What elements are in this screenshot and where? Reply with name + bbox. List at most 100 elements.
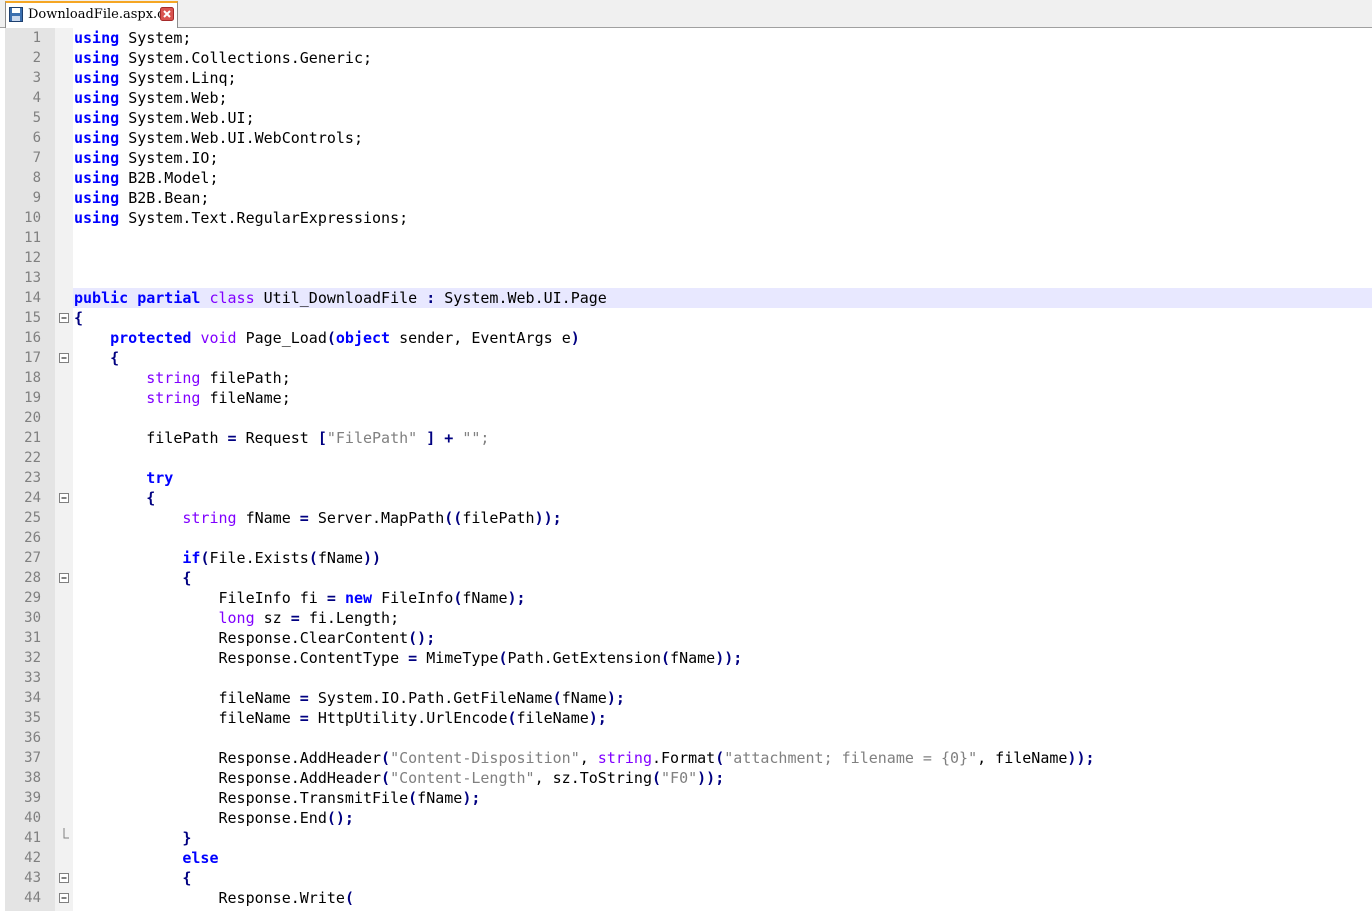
code-line[interactable]: 43 {	[5, 868, 1372, 888]
line-number: 23	[24, 470, 41, 486]
code-text: Response.TransmitFile(fName);	[73, 788, 1372, 808]
code-line[interactable]: 20	[5, 408, 1372, 428]
code-line[interactable]: 2 using System.Collections.Generic;	[5, 48, 1372, 68]
code-line[interactable]: 16 protected void Page_Load(object sende…	[5, 328, 1372, 348]
code-line[interactable]: 18 string filePath;	[5, 368, 1372, 388]
line-number: 35	[24, 710, 41, 726]
code-line[interactable]: 11	[5, 228, 1372, 248]
code-line[interactable]: 25 string fName = Server.MapPath((filePa…	[5, 508, 1372, 528]
fold-collapse-icon[interactable]	[55, 888, 73, 908]
code-token: );	[462, 789, 481, 807]
line-number: 39	[24, 790, 41, 806]
fold-collapse-icon[interactable]	[55, 868, 73, 888]
line-number: 34	[24, 690, 41, 706]
code-token: =	[290, 609, 300, 627]
code-line[interactable]: 31 Response.ClearContent();	[5, 628, 1372, 648]
fold-collapse-icon[interactable]	[55, 568, 73, 588]
code-line[interactable]: 41 }	[5, 828, 1372, 848]
code-line[interactable]: 34 fileName = System.IO.Path.GetFileName…	[5, 688, 1372, 708]
code-line[interactable]: 8 using B2B.Model;	[5, 168, 1372, 188]
code-line[interactable]: 37 Response.AddHeader("Content-Dispositi…	[5, 748, 1372, 768]
close-x-icon[interactable]	[160, 7, 174, 21]
code-token: "F0"	[661, 769, 698, 787]
code-text: using System.Web.UI;	[73, 108, 1372, 128]
code-line[interactable]: 39 Response.TransmitFile(fName);	[5, 788, 1372, 808]
code-line[interactable]: 33	[5, 668, 1372, 688]
code-line[interactable]: 22	[5, 448, 1372, 468]
code-line[interactable]: 27 if(File.Exists(fName))	[5, 548, 1372, 568]
code-line[interactable]: 4 using System.Web;	[5, 88, 1372, 108]
code-line[interactable]: 26	[5, 528, 1372, 548]
code-line[interactable]: 9 using B2B.Bean;	[5, 188, 1372, 208]
code-token: fileName	[74, 709, 291, 727]
code-token: string	[597, 749, 652, 767]
code-line[interactable]: 24 {	[5, 488, 1372, 508]
code-token: Page_Load	[245, 329, 327, 347]
code-token: (	[715, 749, 725, 767]
fold-collapse-icon[interactable]	[55, 348, 73, 368]
code-token: }	[74, 829, 192, 847]
line-number: 3	[32, 70, 41, 86]
code-token: fName	[561, 689, 607, 707]
line-number: 29	[24, 590, 41, 606]
line-number: 4	[32, 90, 41, 106]
code-line[interactable]: 3 using System.Linq;	[5, 68, 1372, 88]
code-token: fName	[417, 789, 463, 807]
code-line[interactable]: 12	[5, 248, 1372, 268]
code-token: public	[74, 289, 129, 307]
code-line[interactable]: 19 string fileName;	[5, 388, 1372, 408]
code-line[interactable]: 6 using System.Web.UI.WebControls;	[5, 128, 1372, 148]
code-line[interactable]: 44 Response.Write(	[5, 888, 1372, 908]
code-line[interactable]: 42 else	[5, 848, 1372, 868]
code-text: using System.Linq;	[73, 68, 1372, 88]
code-token: , fileName	[977, 749, 1068, 767]
code-token: Request	[245, 429, 309, 447]
line-number: 5	[32, 110, 41, 126]
code-line[interactable]: 32 Response.ContentType = MimeType (Path.…	[5, 648, 1372, 668]
code-line[interactable]: 14 public partial class Util_DownloadFile…	[5, 288, 1372, 308]
code-token: Server.MapPath	[317, 509, 445, 527]
code-token: +	[444, 429, 454, 447]
code-line[interactable]: 40 Response.End();	[5, 808, 1372, 828]
code-line[interactable]: 17 {	[5, 348, 1372, 368]
code-line[interactable]: 35 fileName = HttpUtility.UrlEncode(file…	[5, 708, 1372, 728]
line-number: 44	[24, 890, 41, 906]
code-line[interactable]: 13	[5, 268, 1372, 288]
code-line[interactable]: 23 try	[5, 468, 1372, 488]
code-token: class	[209, 289, 255, 307]
fold-collapse-icon[interactable]	[55, 308, 73, 328]
code-token: ));	[1067, 749, 1095, 767]
code-line[interactable]: 38 Response.AddHeader("Content-Length", …	[5, 768, 1372, 788]
code-line[interactable]: 30 long sz = fi.Length;	[5, 608, 1372, 628]
line-number: 24	[24, 490, 41, 506]
code-token: System.Web;	[128, 89, 228, 107]
code-token: MimeType	[426, 649, 499, 667]
code-text: Response.Write(	[73, 888, 1372, 908]
line-number: 15	[24, 310, 41, 326]
code-text: Response.ContentType = MimeType (Path.Get…	[73, 648, 1372, 668]
code-line[interactable]: 7 using System.IO;	[5, 148, 1372, 168]
fold-collapse-icon[interactable]	[55, 488, 73, 508]
code-text: Response.AddHeader("Content-Disposition"…	[73, 748, 1372, 768]
code-token: object	[335, 329, 391, 347]
code-line[interactable]: 10 using System.Text.RegularExpressions;	[5, 208, 1372, 228]
floppy-disk-icon	[9, 7, 23, 22]
code-editor[interactable]: 1 using System; 2 using System.Collections.…	[5, 28, 1372, 911]
code-token: Response.AddHeader	[74, 769, 382, 787]
tab-downloadfile[interactable]: DownloadFile.aspx.cs	[5, 1, 178, 28]
code-token: ));	[534, 509, 562, 527]
code-line[interactable]: 21 filePath = Request ["FilePath" ] + ""…	[5, 428, 1372, 448]
code-token: System.IO;	[128, 149, 219, 167]
line-number: 27	[24, 550, 41, 566]
code-line[interactable]: 28 {	[5, 568, 1372, 588]
code-line[interactable]: 29 FileInfo fi = new FileInfo(fName);	[5, 588, 1372, 608]
code-token: string	[74, 509, 237, 527]
code-line[interactable]: 15 {	[5, 308, 1372, 328]
code-token: ));	[715, 649, 743, 667]
code-token: fName	[462, 589, 508, 607]
code-line[interactable]: 36	[5, 728, 1372, 748]
code-line[interactable]: 1 using System;	[5, 28, 1372, 48]
code-line[interactable]: 5 using System.Web.UI;	[5, 108, 1372, 128]
